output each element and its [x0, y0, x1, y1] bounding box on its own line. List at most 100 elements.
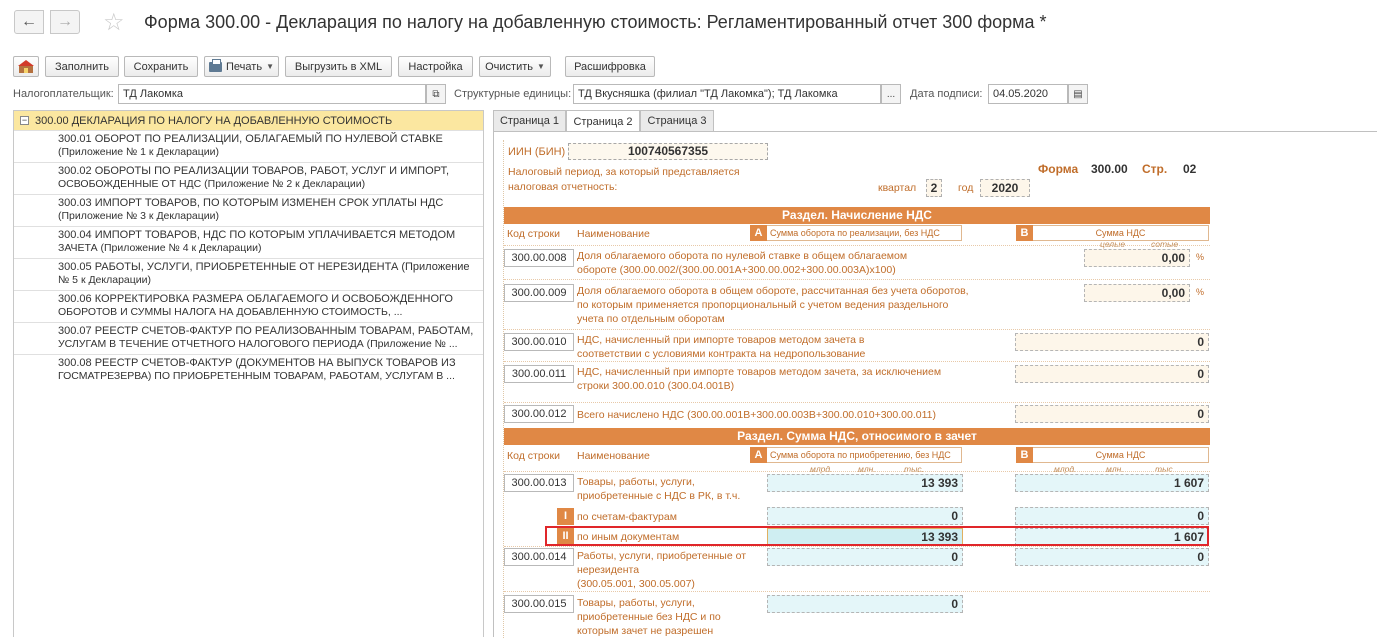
- calendar-icon[interactable]: ▤: [1068, 84, 1088, 104]
- tree-item-title: 300.01 ОБОРОТ ПО РЕАЛИЗАЦИИ, ОБЛАГАЕМЫЙ …: [58, 133, 443, 145]
- sign-date-label: Дата подписи:: [910, 88, 983, 100]
- form-number: 300.00: [1091, 162, 1128, 176]
- page-label: Стр.: [1142, 162, 1168, 176]
- row-013-1-value-b[interactable]: 0: [1015, 507, 1209, 525]
- row-code-009: 300.00.009: [504, 284, 574, 302]
- row-divider: [504, 546, 1210, 547]
- tree-item-title: 300.04 ИМПОРТ ТОВАРОВ, НДС ПО КОТОРЫМ УП…: [58, 229, 456, 241]
- taxpayer-label: Налогоплательщик:: [13, 88, 114, 100]
- row-015-value-a[interactable]: 0: [767, 595, 963, 613]
- tree-item-title: 300.07 РЕЕСТР СЧЕТОВ-ФАКТУР ПО РЕАЛИЗОВА…: [58, 325, 474, 337]
- tree-item[interactable]: 300.05 РАБОТЫ, УСЛУГИ, ПРИОБРЕТЕННЫЕ ОТ …: [14, 258, 483, 290]
- tab-page-3[interactable]: Страница 3: [640, 110, 714, 132]
- row-013-value-b[interactable]: 1 607: [1015, 474, 1209, 492]
- row-013-1-value-a[interactable]: 0: [767, 507, 963, 525]
- row-name-010: НДС, начисленный при импорте товаров мет…: [577, 333, 987, 361]
- print-label: Печать: [226, 60, 263, 73]
- row-name-line: которым зачет не разрешен: [577, 625, 714, 637]
- open-icon[interactable]: ⧉: [426, 84, 446, 104]
- tab-page-1[interactable]: Страница 1: [493, 110, 566, 132]
- form-area: ИИН (БИН) 100740567355 Налоговый период,…: [493, 131, 1377, 638]
- export-xml-button[interactable]: Выгрузить в XML: [285, 56, 392, 77]
- collapse-icon[interactable]: −: [20, 116, 29, 125]
- clear-button[interactable]: Очистить ▼: [479, 56, 551, 77]
- row-code-010: 300.00.010: [504, 333, 574, 351]
- report-list-icon: [18, 59, 34, 73]
- iin-field[interactable]: 100740567355: [568, 143, 768, 160]
- row-divider: [504, 329, 1210, 330]
- tree-item-title: 300.08 РЕЕСТР СЧЕТОВ-ФАКТУР (ДОКУМЕНТОВ …: [58, 357, 456, 369]
- back-arrow-icon[interactable]: ←: [14, 10, 44, 34]
- highlight-frame: [545, 526, 1209, 546]
- row-divider: [504, 591, 1210, 592]
- units-label: Структурные единицы:: [454, 88, 572, 100]
- row-code-013: 300.00.013: [504, 474, 574, 492]
- favorite-star-icon[interactable]: ☆: [103, 8, 125, 37]
- period-label-1: Налоговый период, за который представляе…: [508, 166, 740, 178]
- row-code-015: 300.00.015: [504, 595, 574, 613]
- tree-item[interactable]: 300.07 РЕЕСТР СЧЕТОВ-ФАКТУР ПО РЕАЛИЗОВА…: [14, 322, 483, 354]
- row-name-line: НДС, начисленный при импорте товаров мет…: [577, 366, 942, 378]
- thousands-label: тыс.: [904, 464, 924, 474]
- save-button[interactable]: Сохранить: [124, 56, 198, 77]
- tree-item[interactable]: 300.01 ОБОРОТ ПО РЕАЛИЗАЦИИ, ОБЛАГАЕМЫЙ …: [14, 130, 483, 162]
- tree-root-item[interactable]: − 300.00 ДЕКЛАРАЦИЯ ПО НАЛОГУ НА ДОБАВЛЕ…: [14, 111, 483, 130]
- tab-page-2[interactable]: Страница 2: [566, 110, 640, 133]
- tree-item[interactable]: 300.08 РЕЕСТР СЧЕТОВ-ФАКТУР (ДОКУМЕНТОВ …: [14, 354, 483, 386]
- fill-button[interactable]: Заполнить: [45, 56, 119, 77]
- title-bar: ← → ☆ Форма 300.00 - Декларация по налог…: [0, 0, 1377, 48]
- row-name-line: Доля облагаемого оборота в общем обороте…: [577, 285, 969, 297]
- window-title: Форма 300.00 - Декларация по налогу на д…: [144, 12, 1047, 32]
- select-ellipsis-icon[interactable]: ...: [881, 84, 901, 104]
- tree-item-title: 300.05 РАБОТЫ, УСЛУГИ, ПРИОБРЕТЕННЫЕ ОТ …: [58, 261, 470, 273]
- whole-units-label: целые: [1100, 239, 1126, 249]
- row-012-value-b[interactable]: 0: [1015, 405, 1209, 423]
- row-divider: [504, 361, 1210, 362]
- column-a-badge: A: [750, 447, 767, 463]
- column-b-badge: B: [1016, 447, 1033, 463]
- tree-item[interactable]: 300.06 КОРРЕКТИРОВКА РАЗМЕРА ОБЛАГАЕМОГО…: [14, 290, 483, 322]
- row-011-value-b[interactable]: 0: [1015, 365, 1209, 383]
- section2-header-row: Код строки Наименование A Сумма оборота …: [504, 446, 1210, 464]
- year-field[interactable]: 2020: [980, 179, 1030, 197]
- row-014-value-a[interactable]: 0: [767, 548, 963, 566]
- row-010-value-b[interactable]: 0: [1015, 333, 1209, 351]
- row-013-value-a[interactable]: 13 393: [767, 474, 963, 492]
- chevron-down-icon: ▼: [536, 62, 545, 71]
- row-name-line: учета по отдельным оборотам: [577, 313, 725, 325]
- tree-item[interactable]: 300.04 ИМПОРТ ТОВАРОВ, НДС ПО КОТОРЫМ УП…: [14, 226, 483, 258]
- tree-item-title: 300.02 ОБОРОТЫ ПО РЕАЛИЗАЦИИ ТОВАРОВ, РА…: [58, 165, 450, 177]
- row-divider: [504, 279, 1210, 280]
- name-header: Наименование: [577, 228, 650, 240]
- row-009-value-b[interactable]: 0,00: [1084, 284, 1190, 302]
- units-field[interactable]: ТД Вкусняшка (филиал "ТД Лакомка"); ТД Л…: [573, 84, 881, 104]
- row-name-011: НДС, начисленный при импорте товаров мет…: [577, 365, 987, 393]
- decode-button[interactable]: Расшифровка: [565, 56, 655, 77]
- percent-sign: %: [1196, 287, 1205, 297]
- toolbar: Заполнить Сохранить Печать ▼ Выгрузить в…: [0, 56, 1377, 78]
- row-name-line: по которым применяется пропорциональный …: [577, 299, 949, 311]
- row-008-value-b[interactable]: 0,00: [1084, 249, 1190, 267]
- taxpayer-field[interactable]: ТД Лакомка: [118, 84, 426, 104]
- report-list-button[interactable]: [13, 56, 39, 77]
- tree-item[interactable]: 300.02 ОБОРОТЫ ПО РЕАЛИЗАЦИИ ТОВАРОВ, РА…: [14, 162, 483, 194]
- code-header: Код строки: [507, 228, 560, 240]
- row-divider: [504, 245, 1210, 246]
- tree-item-subtitle: ОСВОБОЖДЕННЫЕ ОТ НДС (Приложение № 2 к Д…: [58, 178, 366, 190]
- hundredths-label: сотые: [1151, 239, 1179, 249]
- row-014-value-b[interactable]: 0: [1015, 548, 1209, 566]
- tree-item[interactable]: 300.03 ИМПОРТ ТОВАРОВ, ПО КОТОРЫМ ИЗМЕНЕ…: [14, 194, 483, 226]
- code-header: Код строки: [507, 450, 560, 462]
- iin-label: ИИН (БИН): [508, 146, 566, 158]
- print-button[interactable]: Печать ▼: [204, 56, 279, 77]
- row-name-line: Доля облагаемого оборота по нулевой став…: [577, 250, 908, 262]
- sign-date-field[interactable]: 04.05.2020: [988, 84, 1068, 104]
- forward-arrow-icon[interactable]: →: [50, 10, 80, 34]
- tree-root-label: 300.00 ДЕКЛАРАЦИЯ ПО НАЛОГУ НА ДОБАВЛЕНН…: [35, 114, 393, 127]
- tree-item-subtitle: № 5 к Декларации): [58, 274, 151, 286]
- settings-button[interactable]: Настройка: [398, 56, 473, 77]
- column-a-header: Сумма оборота по приобретению, без НДС: [767, 447, 962, 463]
- column-a-header: Сумма оборота по реализации, без НДС: [767, 225, 962, 241]
- quarter-field[interactable]: 2: [926, 179, 942, 197]
- quarter-label: квартал: [878, 182, 917, 194]
